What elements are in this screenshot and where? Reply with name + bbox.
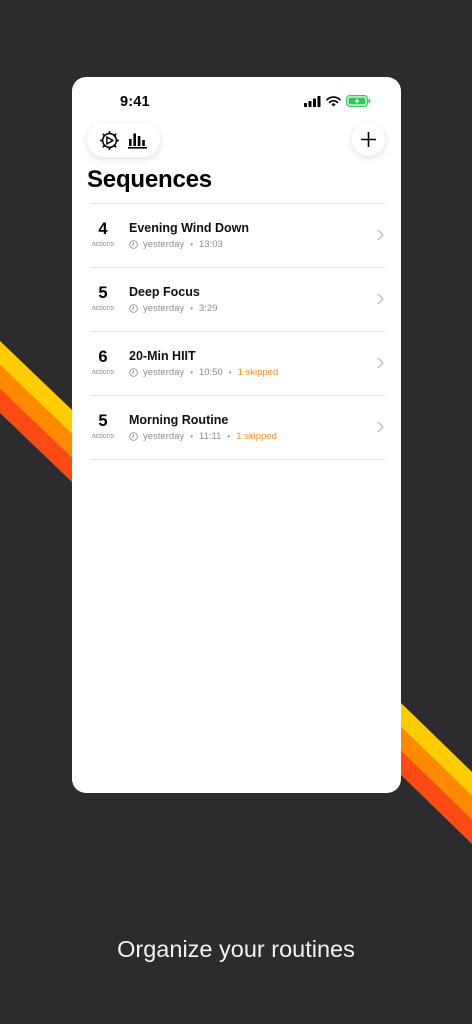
sequence-row-3[interactable]: 6 actions 20-Min HIIT yesterday • 10:50 … [90,332,385,396]
separator-dot: • [190,432,193,441]
separator-dot: • [190,304,193,313]
last-run-day: yesterday [143,431,185,442]
action-count-label: actions [91,369,115,376]
stripes-right [401,703,472,844]
sequence-meta: yesterday • 13:03 [129,239,223,250]
chevron-right-icon [377,293,384,305]
action-count-number: 6 [98,348,108,366]
chevron-right-icon [377,421,384,433]
action-count: 4 actions [90,220,116,249]
app-store-canvas: 9:41 Sequences 4 actions Evening Wind Do… [0,0,472,1024]
status-icons [304,95,371,107]
sequence-meta: yesterday • 10:50 • 1 skipped [129,367,278,378]
clock-icon [129,368,138,377]
sequence-row-4[interactable]: 5 actions Morning Routine yesterday • 11… [90,396,385,460]
gear-icon [99,130,119,150]
wifi-icon [326,95,341,106]
action-count-label: actions [91,241,115,248]
skipped-count: 1 skipped [237,367,279,378]
sequence-meta: yesterday • 3:29 [129,303,218,314]
action-count-number: 4 [98,220,108,238]
status-bar: 9:41 [72,77,401,125]
last-run-time: 11:11 [199,431,222,442]
sequence-row-1[interactable]: 4 actions Evening Wind Down yesterday • … [90,204,385,268]
action-count-label: actions [91,433,115,440]
last-run-day: yesterday [143,367,185,378]
clock-icon [129,240,138,249]
toolbar-pill [87,123,160,157]
sequence-title: Morning Routine [129,413,229,427]
last-run-day: yesterday [143,239,185,250]
separator-dot: • [190,368,193,377]
sequence-meta: yesterday • 11:11 • 1 skipped [129,431,277,442]
cellular-signal-icon [304,95,321,107]
separator-dot: • [228,368,232,377]
sequence-title: 20-Min HIIT [129,349,196,363]
last-run-time: 10:50 [199,367,223,378]
separator-dot: • [190,240,193,249]
last-run-time: 13:03 [199,239,223,250]
battery-charging-icon [346,95,371,107]
last-run-time: 3:29 [199,303,218,314]
sequence-list: 4 actions Evening Wind Down yesterday • … [90,204,385,460]
sequence-title: Deep Focus [129,285,200,299]
action-count-number: 5 [98,284,108,302]
bar-chart-icon [128,133,148,149]
action-count: 6 actions [90,348,116,377]
skipped-count: 1 skipped [236,431,277,442]
separator-dot: • [227,432,231,441]
sequence-row-2[interactable]: 5 actions Deep Focus yesterday • 3:29 [90,268,385,332]
status-time: 9:41 [120,94,150,110]
add-sequence-button[interactable] [352,123,385,156]
action-count-number: 5 [98,412,108,430]
action-count-label: actions [91,305,115,312]
settings-button[interactable] [98,129,120,151]
page-title: Sequences [87,166,212,193]
plus-icon [361,132,376,147]
sequence-title: Evening Wind Down [129,221,250,235]
last-run-day: yesterday [143,303,185,314]
clock-icon [129,304,138,313]
stats-button[interactable] [127,129,149,151]
chevron-right-icon [377,229,384,241]
clock-icon [129,432,138,441]
promo-caption: Organize your routines [117,936,355,962]
phone-screen: 9:41 Sequences 4 actions Evening Wind Do… [72,77,401,793]
action-count: 5 actions [90,412,116,441]
action-count: 5 actions [90,284,116,313]
stripes-left [0,341,72,482]
chevron-right-icon [377,357,384,369]
